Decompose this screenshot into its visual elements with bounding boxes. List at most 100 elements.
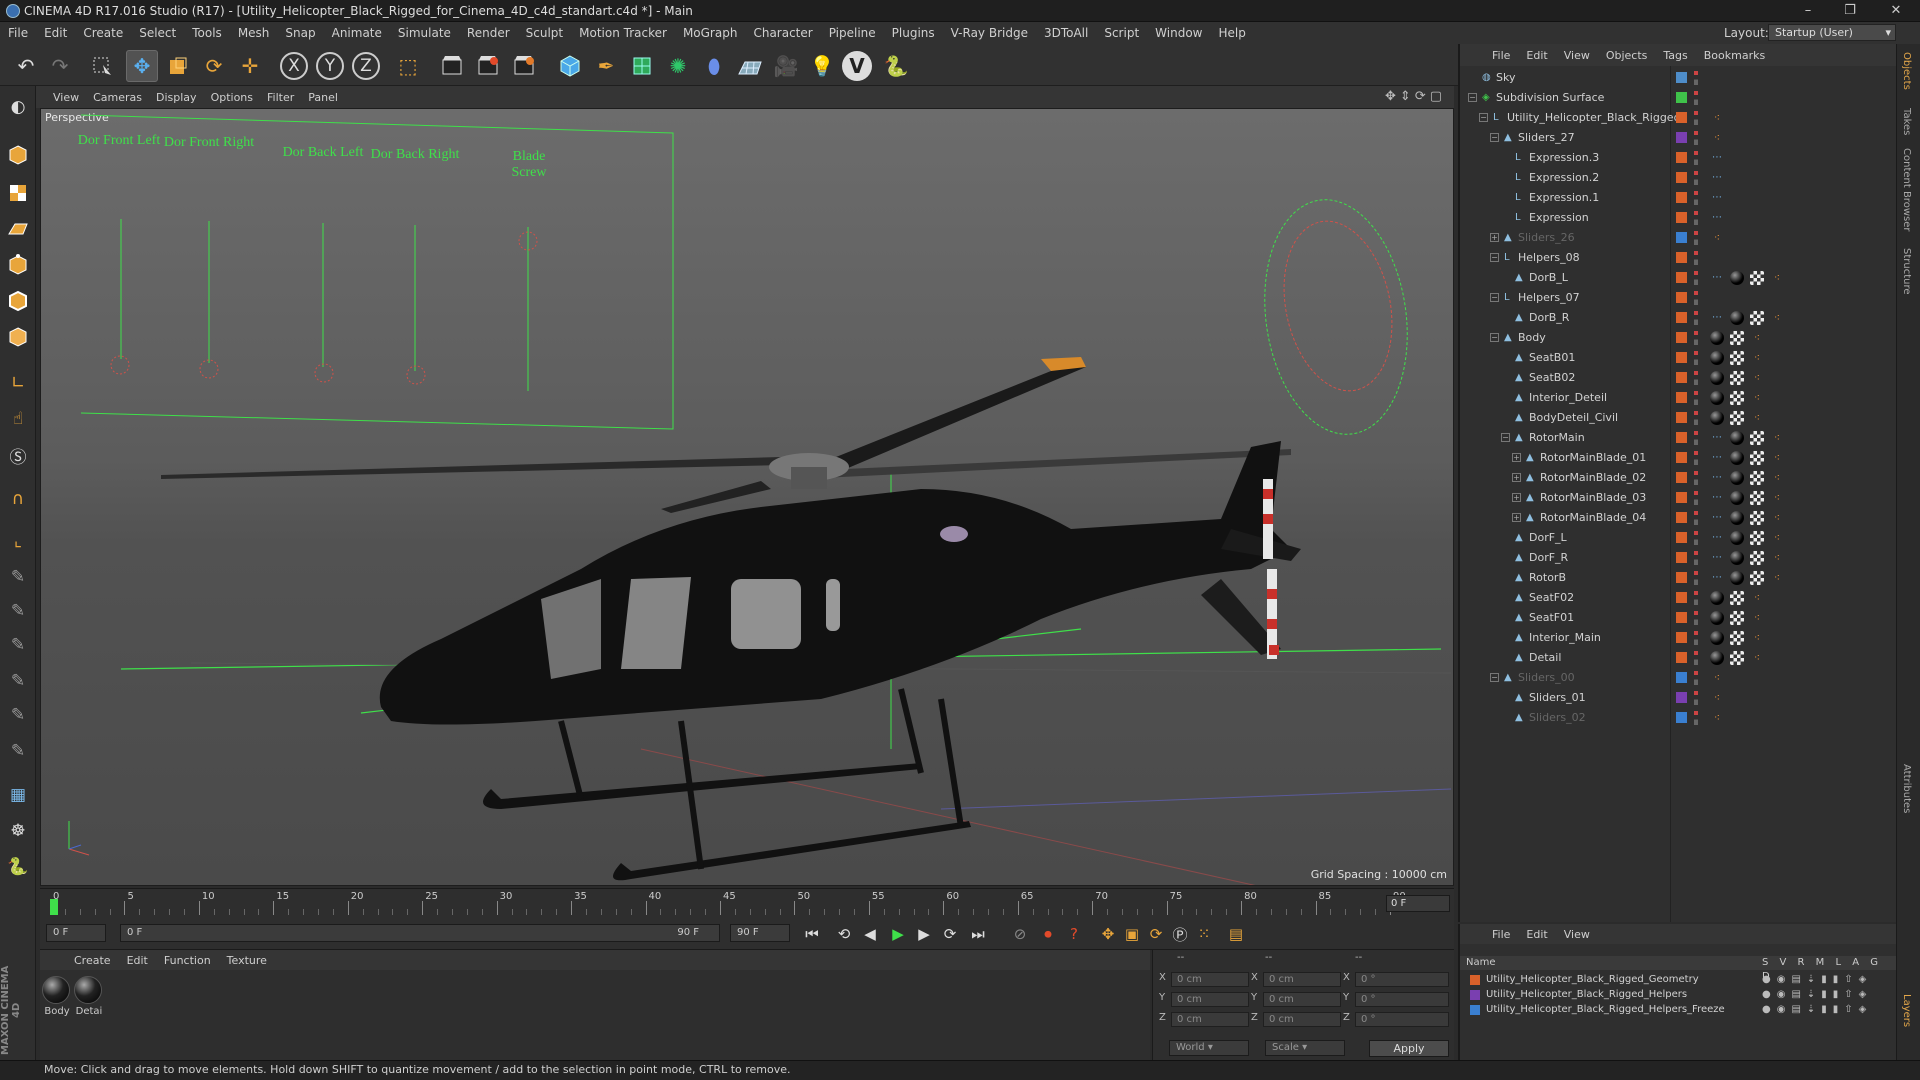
python-script-icon[interactable]: 🐍: [3, 852, 33, 882]
object-row[interactable]: − ▲ Sliders_27 ⁖: [1460, 128, 1898, 148]
object-name[interactable]: RotorB: [1529, 568, 1566, 588]
object-menu-file[interactable]: File: [1484, 49, 1518, 62]
layer-color-swatch[interactable]: [1676, 372, 1687, 383]
visibility-dots-icon[interactable]: [1694, 531, 1698, 545]
expand-toggle-icon[interactable]: −: [1490, 133, 1499, 142]
material-menu-texture[interactable]: Texture: [219, 954, 275, 967]
visibility-dots-icon[interactable]: [1694, 551, 1698, 565]
object-name[interactable]: Sliders_02: [1529, 708, 1586, 728]
vray-icon[interactable]: V: [842, 51, 872, 81]
material-tag-icon[interactable]: [1730, 311, 1744, 325]
make-editable-icon[interactable]: ◐: [3, 92, 33, 122]
phong-tag-icon[interactable]: ⁖: [1770, 571, 1784, 585]
object-row[interactable]: + ▲ RotorMainBlade_03 ⋯ ⁖: [1460, 488, 1898, 508]
floor-icon[interactable]: [734, 50, 766, 82]
object-name[interactable]: Subdivision Surface: [1496, 88, 1604, 108]
phong-tag-icon[interactable]: ⁖: [1750, 611, 1764, 625]
expression-tag-icon[interactable]: ⋯: [1710, 311, 1724, 325]
phong-tag-icon[interactable]: ⁖: [1710, 131, 1724, 145]
tab-attributes[interactable]: Attributes: [1901, 764, 1912, 813]
menu-plugins[interactable]: Plugins: [884, 26, 943, 40]
object-name[interactable]: Body: [1518, 328, 1546, 348]
object-name[interactable]: Utility_Helicopter_Black_Rigged: [1507, 108, 1681, 128]
rotation-key-icon[interactable]: ⟳: [1144, 922, 1168, 946]
phong-tag-icon[interactable]: ⁖: [1710, 711, 1724, 725]
object-row[interactable]: L Expression.3 ⋯: [1460, 148, 1898, 168]
visibility-dots-icon[interactable]: [1694, 231, 1698, 245]
object-row[interactable]: ▲ SeatF02 ⁖: [1460, 588, 1898, 608]
camera-icon[interactable]: 🎥: [770, 50, 802, 82]
phong-tag-icon[interactable]: ⁖: [1770, 271, 1784, 285]
menu-snap[interactable]: Snap: [277, 26, 323, 40]
object-name[interactable]: SeatF01: [1529, 608, 1574, 628]
layout-select[interactable]: Startup (User) ▾: [1768, 24, 1896, 41]
expression-tag-icon[interactable]: ⋯: [1710, 451, 1724, 465]
visibility-dots-icon[interactable]: [1694, 311, 1698, 325]
go-to-previous-key-icon[interactable]: ⟲: [832, 922, 856, 946]
workplane-icon[interactable]: [3, 214, 33, 244]
phong-tag-icon[interactable]: ⁖: [1770, 471, 1784, 485]
object-row[interactable]: L Expression ⋯: [1460, 208, 1898, 228]
layer-color-swatch[interactable]: [1676, 132, 1687, 143]
layer-color-swatch[interactable]: [1676, 392, 1687, 403]
expand-toggle-icon[interactable]: −: [1490, 293, 1499, 302]
layer-color-swatch[interactable]: [1676, 112, 1687, 123]
expression-tag-icon[interactable]: ⋯: [1710, 151, 1724, 165]
menu-render[interactable]: Render: [459, 26, 518, 40]
visibility-dots-icon[interactable]: [1694, 91, 1698, 105]
layer-menu-file[interactable]: File: [1484, 928, 1518, 941]
object-name[interactable]: Interior_Main: [1529, 628, 1601, 648]
material-menu-function[interactable]: Function: [156, 954, 219, 967]
expression-tag-icon[interactable]: ⋯: [1710, 571, 1724, 585]
phong-tag-icon[interactable]: ⁖: [1770, 511, 1784, 525]
layer-color-swatch[interactable]: [1676, 212, 1687, 223]
menu-animate[interactable]: Animate: [324, 26, 390, 40]
layer-color-swatch[interactable]: [1676, 152, 1687, 163]
subdivision-icon[interactable]: [626, 50, 658, 82]
visibility-dots-icon[interactable]: [1694, 471, 1698, 485]
phong-tag-icon[interactable]: ⁖: [1770, 431, 1784, 445]
material-tag-icon[interactable]: [1710, 611, 1724, 625]
parameter-key-icon[interactable]: Ⓟ: [1168, 922, 1192, 946]
menu-motion-tracker[interactable]: Motion Tracker: [571, 26, 675, 40]
visibility-dots-icon[interactable]: [1694, 611, 1698, 625]
object-menu-bookmarks[interactable]: Bookmarks: [1696, 49, 1773, 62]
texture-mode-icon[interactable]: [3, 178, 33, 208]
visibility-dots-icon[interactable]: [1694, 151, 1698, 165]
playhead-marker[interactable]: [50, 899, 58, 915]
object-name[interactable]: Helpers_07: [1518, 288, 1580, 308]
size-x-field[interactable]: 0 cm: [1263, 972, 1341, 987]
object-name[interactable]: Sliders_00: [1518, 668, 1575, 688]
object-row[interactable]: + ▲ RotorMainBlade_04 ⋯ ⁖: [1460, 508, 1898, 528]
visibility-dots-icon[interactable]: [1694, 491, 1698, 505]
visibility-dots-icon[interactable]: [1694, 411, 1698, 425]
visibility-dots-icon[interactable]: [1694, 111, 1698, 125]
position-key-icon[interactable]: ✥: [1096, 922, 1120, 946]
object-row[interactable]: ▲ Sliders_01 ⁖: [1460, 688, 1898, 708]
menu-pipeline[interactable]: Pipeline: [821, 26, 884, 40]
menu-create[interactable]: Create: [75, 26, 131, 40]
position-z-field[interactable]: 0 cm: [1171, 1012, 1249, 1027]
object-row[interactable]: − ▲ Body ⁖: [1460, 328, 1898, 348]
phong-tag-icon[interactable]: ⁖: [1770, 551, 1784, 565]
play-icon[interactable]: ▶: [886, 922, 910, 946]
menu-window[interactable]: Window: [1147, 26, 1210, 40]
object-menu-view[interactable]: View: [1556, 49, 1598, 62]
layer-color-swatch[interactable]: [1676, 672, 1687, 683]
object-name[interactable]: Sliders_01: [1529, 688, 1586, 708]
close-button[interactable]: ✕: [1876, 0, 1916, 22]
material-tag-icon[interactable]: [1730, 431, 1744, 445]
polygons-mode-icon[interactable]: [3, 322, 33, 352]
phong-tag-icon[interactable]: ⁖: [1710, 671, 1724, 685]
layer-color-swatch[interactable]: [1676, 412, 1687, 423]
texture-tag-icon[interactable]: [1730, 631, 1744, 645]
expression-tag-icon[interactable]: ⋯: [1710, 531, 1724, 545]
expression-tag-icon[interactable]: ⋯: [1710, 511, 1724, 525]
coord-transform-select[interactable]: Scale ▾: [1265, 1040, 1345, 1056]
flatten-icon[interactable]: ✎: [3, 736, 33, 766]
expand-toggle-icon[interactable]: +: [1512, 493, 1521, 502]
snap-icon[interactable]: Ⓢ: [3, 440, 33, 470]
rotation-y-field[interactable]: 0 °: [1355, 992, 1449, 1007]
layer-color-swatch[interactable]: [1676, 232, 1687, 243]
material-tag-icon[interactable]: [1710, 411, 1724, 425]
